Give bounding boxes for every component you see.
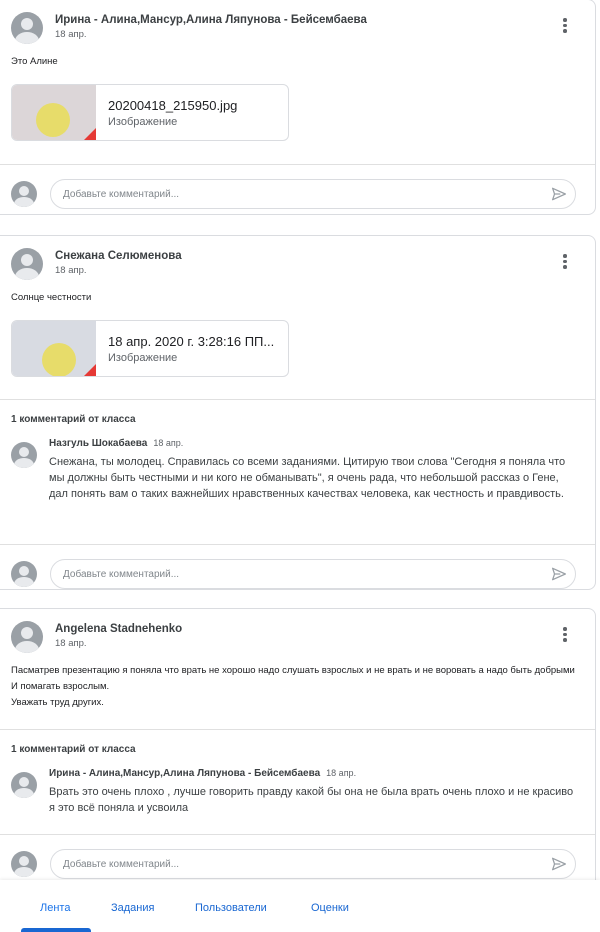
- comment-input[interactable]: [50, 559, 576, 589]
- post-author: Angelena Stadnehenko: [55, 623, 183, 635]
- post-text-line: И помагать взрослым.: [11, 681, 110, 692]
- avatar: [11, 12, 43, 44]
- class-comments-title: 1 комментарий от класса: [11, 414, 136, 425]
- avatar: [11, 851, 37, 877]
- comment-bar: [0, 165, 595, 214]
- bottom-nav: Лента Задания Пользователи Оценки: [0, 880, 600, 932]
- post-text: Пасматрев презентацию я поняла что врать…: [0, 657, 595, 711]
- post-author: Ирина - Алина,Мансур,Алина Ляпунова - Бе…: [55, 14, 367, 26]
- post-card-1: Ирина - Алина,Мансур,Алина Ляпунова - Бе…: [0, 0, 596, 215]
- avatar: [11, 621, 43, 653]
- post-text: Это Алине: [11, 56, 58, 67]
- post-text-line: Уважать труд других.: [11, 697, 104, 708]
- post-author: Снежана Селюменова: [55, 250, 182, 262]
- attachment-type: Изображение: [108, 352, 178, 364]
- comment-date: 18 апр.: [326, 768, 357, 778]
- avatar: [11, 772, 37, 798]
- attachment-title: 20200418_215950.jpg: [108, 98, 238, 113]
- more-vert-icon[interactable]: [559, 254, 571, 270]
- avatar: [11, 442, 37, 468]
- avatar: [11, 181, 37, 207]
- avatar: [11, 561, 37, 587]
- comment-date: 18 апр.: [153, 438, 184, 448]
- comment-author: Назгуль Шокабаева: [49, 438, 148, 449]
- comment-author: Ирина - Алина,Мансур,Алина Ляпунова - Бе…: [49, 768, 321, 779]
- post-text: Солнце честности: [11, 292, 92, 303]
- tab-stream[interactable]: Лента: [40, 902, 70, 914]
- tab-people[interactable]: Пользователи: [195, 902, 267, 914]
- send-icon[interactable]: [551, 567, 567, 581]
- attachment-card[interactable]: 20200418_215950.jpg Изображение: [11, 84, 289, 141]
- send-icon[interactable]: [551, 187, 567, 201]
- comment-header: Ирина - Алина,Мансур,Алина Ляпунова - Бе…: [49, 766, 575, 781]
- more-vert-icon[interactable]: [559, 18, 571, 34]
- attachment-card[interactable]: 18 апр. 2020 г. 3:28:16 ПП... Изображени…: [11, 320, 289, 377]
- image-thumbnail: [12, 85, 96, 140]
- send-icon[interactable]: [551, 857, 567, 871]
- class-comments-title: 1 комментарий от класса: [11, 744, 136, 755]
- attachment-title: 18 апр. 2020 г. 3:28:16 ПП...: [108, 334, 275, 349]
- comment-bar: [0, 545, 595, 589]
- post-header: Снежана Селюменова 18 апр.: [0, 236, 595, 284]
- comment-text: Снежана, ты молодец. Справилась со всеми…: [49, 456, 566, 500]
- class-comment: Назгуль Шокабаева 18 апр. Снежана, ты мол…: [0, 436, 595, 544]
- post-date: 18 апр.: [55, 638, 87, 649]
- active-tab-indicator: [21, 928, 91, 932]
- tab-classwork[interactable]: Задания: [111, 902, 154, 914]
- more-vert-icon[interactable]: [559, 627, 571, 643]
- comment-header: Назгуль Шокабаева 18 апр.: [49, 436, 575, 451]
- post-card-2: Снежана Селюменова 18 апр. Солнце честно…: [0, 235, 596, 590]
- post-header: Ирина - Алина,Мансур,Алина Ляпунова - Бе…: [0, 0, 595, 48]
- post-date: 18 апр.: [55, 265, 87, 276]
- comment-input[interactable]: [50, 179, 576, 209]
- image-thumbnail: [12, 321, 96, 376]
- attachment-type: Изображение: [108, 116, 178, 128]
- post-text-line: Пасматрев презентацию я поняла что врать…: [11, 665, 575, 676]
- avatar: [11, 248, 43, 280]
- tab-grades[interactable]: Оценки: [311, 902, 349, 914]
- post-date: 18 апр.: [55, 29, 87, 40]
- class-comment: Ирина - Алина,Мансур,Алина Ляпунова - Бе…: [0, 766, 595, 834]
- comment-text: Врать это очень плохо , лучше говорить п…: [49, 786, 574, 814]
- comment-input[interactable]: [50, 849, 576, 879]
- post-header: Angelena Stadnehenko 18 апр.: [0, 609, 595, 657]
